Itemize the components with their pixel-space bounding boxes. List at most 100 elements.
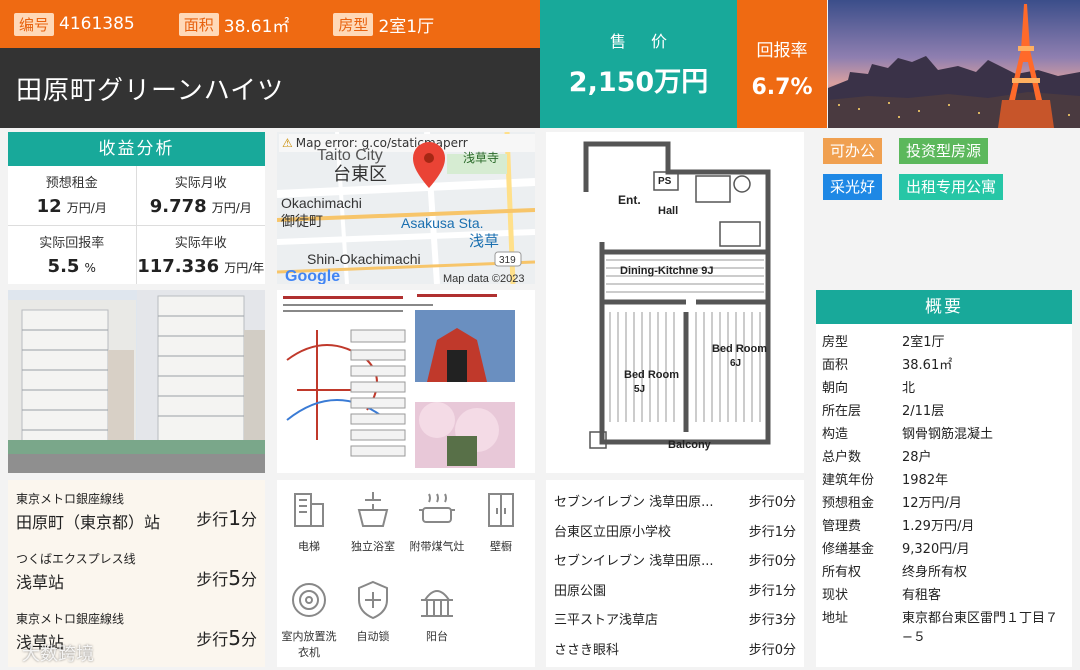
amenity-item: 壁橱 <box>469 490 533 554</box>
income-value: 5.5 <box>47 255 80 277</box>
nearby-name: 三平ストア浅草店 <box>554 613 659 629</box>
floor-label: Hall <box>658 205 678 217</box>
amenity-item: 附带煤气灶 <box>405 490 469 554</box>
overview-value: 1.29万円/月 <box>902 519 975 534</box>
income-unit: 万円/月 <box>211 201 252 215</box>
gas-stove-icon <box>419 493 455 523</box>
price-value: 2,150万円 <box>568 67 709 98</box>
yield-label: 回报率 <box>756 41 808 61</box>
nearby-walk: 步行0分 <box>748 554 796 570</box>
amenity-label: 电梯 <box>298 540 320 553</box>
income-unit: 万円/月 <box>66 201 107 215</box>
nearby-walk: 步行0分 <box>748 495 796 511</box>
overview-row: 总户数 28户 <box>816 443 1072 466</box>
location-map[interactable]: ⚠ Map error: g.co/staticmaperr Taito Cit… <box>277 132 535 284</box>
station-line: 東京メトロ銀座線线 <box>16 612 125 626</box>
station-line: 東京メトロ銀座線线 <box>16 492 125 506</box>
overview-row: 朝向 北 <box>816 374 1072 397</box>
station-walk: 步行1分 <box>196 506 257 530</box>
map-label: 浅草寺 <box>463 151 499 165</box>
yield-panel: 回报率 6.7% <box>737 0 827 128</box>
overview-value: 28户 <box>902 450 932 465</box>
floor-label: Ent. <box>618 193 641 207</box>
shower-icon <box>357 492 389 527</box>
layout-label: 房型 <box>333 12 374 36</box>
nearby-facilities: セブンイレブン 浅草田原... 步行0分 台東区立田原小学校 步行1分 セブンイレブ… <box>546 480 804 667</box>
nearby-item: セブンイレブン 浅草田原... 步行0分 <box>554 486 796 516</box>
overview-key: 所有权 <box>822 565 862 580</box>
overview-row: 建筑年份 1982年 <box>816 466 1072 489</box>
amenity-item: 自动锁 <box>341 580 405 644</box>
income-expected-rent: 预想租金 12 万円/月 <box>8 166 137 226</box>
overview-key: 面积 <box>822 358 849 373</box>
floor-label: Bed Room <box>624 369 679 381</box>
nearby-walk: 步行0分 <box>748 642 796 658</box>
overview-key: 构造 <box>822 427 849 442</box>
floor-label: Bed Room <box>712 343 767 355</box>
nearby-walk: 步行1分 <box>748 524 796 540</box>
overview-row: 预想租金 12万円/月 <box>816 489 1072 512</box>
station-item: 東京メトロ銀座線线 田原町（東京都）站 步行1分 <box>16 490 257 542</box>
overview-value: 9,320円/月 <box>902 542 970 557</box>
elevator-icon <box>294 493 324 527</box>
overview-value: 12万円/月 <box>902 496 962 511</box>
overview-panel: 概要 房型 2室1厅 面积 38.61㎡ 朝向 北所在层 2/11层 构造 钢骨钢筋混凝土 总户数… <box>816 290 1072 667</box>
listing-id: 编号 4161385 <box>14 12 135 36</box>
map-label: Map data ©2023 <box>443 273 525 284</box>
amenity-item: 室内放置洗衣机 <box>277 580 341 660</box>
map-pin-icon <box>413 142 445 188</box>
closet-icon <box>488 493 514 527</box>
id-label: 编号 <box>14 12 55 36</box>
overview-value: 钢骨钢筋混凝土 <box>902 427 994 442</box>
map-label: 319 <box>499 255 516 266</box>
auto-lock-icon <box>358 580 388 620</box>
tag-investment: 投资型房源 <box>899 138 989 164</box>
overview-key: 建筑年份 <box>822 473 875 488</box>
station-walk: 步行5分 <box>196 566 257 590</box>
overview-row: 面积 38.61㎡ <box>816 351 1072 374</box>
overview-row: 现状 有租客 <box>816 581 1072 604</box>
balcony-icon <box>421 590 453 617</box>
map-label: Asakusa Sta. <box>401 215 484 231</box>
overview-key: 所在层 <box>822 404 862 419</box>
nearby-name: セブンイレブン 浅草田原... <box>554 495 714 511</box>
income-label: 实际年收 <box>174 235 227 251</box>
overview-value: 终身所有权 <box>902 565 968 580</box>
amenity-item: 独立浴室 <box>341 490 405 554</box>
floor-label: Dining-Kitchne 9J <box>620 265 714 277</box>
amenity-label: 自动锁 <box>356 630 390 643</box>
overview-row: 房型 2室1厅 <box>816 328 1072 351</box>
area-value: 38.61㎡ <box>223 16 290 37</box>
income-actual-yield: 实际回报率 5.5 % <box>8 225 137 284</box>
overview-row: 地址 東京都台東区雷門１丁目７−５ <box>816 604 1072 645</box>
overview-key: 总户数 <box>822 450 862 465</box>
layout-value: 2室1厅 <box>378 16 435 37</box>
overview-value: 北 <box>902 381 916 396</box>
overview-key: 地址 <box>822 611 849 626</box>
station-walk: 步行5分 <box>196 626 257 650</box>
tag-office: 可办公 <box>823 138 883 164</box>
nearby-name: 田原公園 <box>554 583 607 599</box>
overview-value: 2/11层 <box>902 404 945 419</box>
overview-row: 修缮基金 9,320円/月 <box>816 535 1072 558</box>
amenity-item: 阳台 <box>405 580 469 644</box>
nearby-item: ささき眼科 步行0分 <box>554 634 796 664</box>
amenity-label: 室内放置洗衣机 <box>281 630 337 659</box>
amenity-label: 壁橱 <box>490 540 512 553</box>
watermark: 大数跨境 <box>22 644 94 665</box>
amenities-panel: 电梯 独立浴室 附带煤气灶 壁橱 室内放置洗衣机 自动锁 阳台 <box>277 480 535 667</box>
tokyo-tower-photo <box>828 0 1080 128</box>
overview-key: 修缮基金 <box>822 542 875 557</box>
floor-plan: PS Ent. Hall Dining-Kitchne 9J Bed Room … <box>546 132 804 473</box>
washing-machine-icon <box>292 583 326 617</box>
nearby-name: ささき眼科 <box>554 642 620 658</box>
map-label: Okachimachi <box>281 195 362 211</box>
overview-row: 构造 钢骨钢筋混凝土 <box>816 420 1072 443</box>
nearby-item: 台東区立田原小学校 步行1分 <box>554 516 796 546</box>
overview-key: 预想租金 <box>822 496 875 511</box>
yield-value: 6.7% <box>751 75 813 100</box>
map-label: Google <box>285 268 340 284</box>
tag-rental-only: 出租专用公寓 <box>899 174 1004 200</box>
amenity-label: 阳台 <box>426 630 448 643</box>
overview-key: 房型 <box>822 335 849 350</box>
